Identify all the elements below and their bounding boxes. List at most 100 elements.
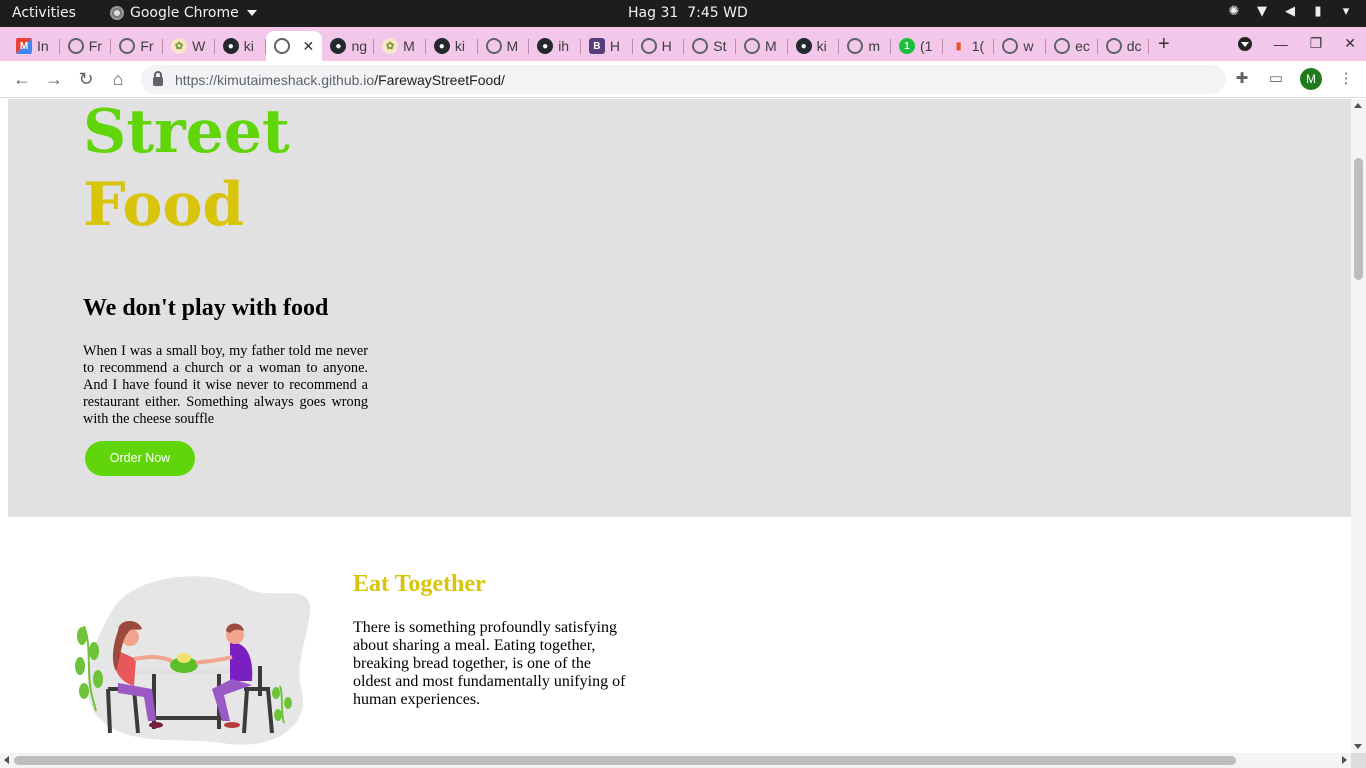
- clock-time: 7:45 WD: [687, 5, 748, 21]
- globe-favicon-icon: [274, 38, 291, 54]
- lock-icon[interactable]: [153, 71, 163, 86]
- order-now-button[interactable]: Order Now: [85, 441, 195, 476]
- tab-title: ih: [558, 38, 570, 54]
- tab-title: H: [609, 38, 620, 54]
- globe-favicon-icon: [847, 38, 864, 54]
- plant-favicon-icon: ✿: [171, 38, 188, 54]
- tab-search-icon[interactable]: [1237, 36, 1252, 51]
- browser-tab[interactable]: St: [684, 31, 736, 61]
- tab-title: ki: [454, 38, 465, 54]
- color-picker-icon[interactable]: ✺: [1226, 4, 1242, 20]
- chrome-icon: [110, 6, 124, 20]
- tab-title: (1: [920, 38, 933, 54]
- system-top-bar: Activities Google Chrome Hag 31 7:45 WD …: [0, 0, 1366, 27]
- tab-title: dc: [1126, 38, 1142, 54]
- scroll-right-icon[interactable]: [1342, 756, 1347, 764]
- browser-tab[interactable]: 1 (1: [891, 31, 943, 61]
- browser-tab[interactable]: ● ki: [215, 31, 267, 61]
- globe-favicon-icon: [743, 38, 760, 54]
- tabs-list: M In Fr Fr ✿ W ● ki ✕ ● ng ✿ M ● ki M ● ih B H H St M ● ki m 1 (1 ▮ 1…: [8, 31, 1150, 61]
- window-controls: — ❐ ✕: [1237, 35, 1356, 52]
- eat-together-illustration: [75, 576, 311, 745]
- cast-icon[interactable]: ▭: [1266, 69, 1286, 89]
- app-name: Google Chrome: [130, 5, 239, 21]
- avatar[interactable]: M: [1300, 68, 1322, 90]
- tab-title: 1(: [971, 38, 985, 54]
- volume-icon[interactable]: ◀: [1282, 4, 1298, 20]
- browser-tab[interactable]: ✿ W: [163, 31, 215, 61]
- bootstrap-favicon-icon: B: [588, 38, 605, 54]
- tab-title: M: [403, 38, 415, 54]
- reload-button[interactable]: ↻: [75, 68, 97, 90]
- extensions-icon[interactable]: ✚: [1232, 69, 1252, 89]
- browser-tab[interactable]: M In: [8, 31, 60, 61]
- minimize-button[interactable]: —: [1274, 36, 1288, 52]
- tab-title: ki: [243, 38, 254, 54]
- browser-tab[interactable]: Fr: [111, 31, 163, 61]
- battery-icon[interactable]: ▮: [1310, 4, 1326, 20]
- toolbar-actions: ✚ ▭ M ⋮: [1232, 68, 1356, 90]
- globe-favicon-icon: [119, 38, 136, 54]
- browser-tab[interactable]: ● ng: [322, 31, 374, 61]
- horizontal-scroll-thumb[interactable]: [14, 756, 1236, 765]
- browser-tab[interactable]: H: [633, 31, 685, 61]
- scrollbar-corner: [1351, 753, 1366, 768]
- vertical-scrollbar[interactable]: [1351, 99, 1366, 753]
- clock[interactable]: Hag 31 7:45 WD: [628, 5, 748, 21]
- browser-tab[interactable]: ● ih: [529, 31, 581, 61]
- wifi-icon[interactable]: ▼: [1254, 4, 1270, 20]
- tab-title: M: [764, 38, 777, 54]
- tab-title: St: [713, 38, 727, 54]
- address-bar[interactable]: https://kimutaimeshack.github.io/Fareway…: [141, 65, 1226, 94]
- url-path: /FarewayStreetFood/: [374, 71, 505, 88]
- browser-tab[interactable]: M: [478, 31, 530, 61]
- eat-together-title: Eat Together: [353, 571, 486, 597]
- gmail-favicon-icon: M: [16, 38, 32, 54]
- horizontal-scrollbar[interactable]: [0, 753, 1351, 768]
- browser-toolbar: ← → ↻ ⌂ https://kimutaimeshack.github.io…: [0, 61, 1366, 98]
- home-button[interactable]: ⌂: [107, 68, 129, 90]
- browser-tab[interactable]: ● ki: [426, 31, 478, 61]
- app-menu[interactable]: Google Chrome: [110, 5, 257, 21]
- system-tray[interactable]: ✺ ▼ ◀ ▮ ▾: [1226, 4, 1354, 20]
- brand-line-food: Food: [83, 170, 245, 240]
- tab-title: w: [1023, 38, 1034, 54]
- close-window-button[interactable]: ✕: [1344, 35, 1356, 52]
- back-button[interactable]: ←: [11, 68, 33, 90]
- forward-button[interactable]: →: [43, 68, 65, 90]
- github-favicon-icon: ●: [537, 38, 554, 54]
- browser-tab[interactable]: Fr: [60, 31, 112, 61]
- activities-button[interactable]: Activities: [12, 5, 76, 21]
- browser-tab[interactable]: ✕: [266, 31, 323, 61]
- power-menu-icon[interactable]: ▾: [1338, 4, 1354, 20]
- browser-tab[interactable]: dc: [1098, 31, 1150, 61]
- browser-tab[interactable]: ● ki: [788, 31, 840, 61]
- browser-tab[interactable]: M: [736, 31, 788, 61]
- tab-title: In: [37, 38, 49, 54]
- globe-favicon-icon: [485, 38, 502, 54]
- scroll-left-icon[interactable]: [4, 756, 9, 764]
- tab-title: Fr: [88, 38, 102, 54]
- more-menu-icon[interactable]: ⋮: [1336, 69, 1356, 89]
- restore-button[interactable]: ❐: [1310, 35, 1323, 52]
- browser-tab[interactable]: ▮ 1(: [943, 31, 995, 61]
- globe-favicon-icon: [1054, 38, 1071, 54]
- github-favicon-icon: ●: [222, 38, 239, 54]
- scroll-up-icon[interactable]: [1354, 103, 1362, 108]
- browser-tab[interactable]: w: [994, 31, 1046, 61]
- browser-tab[interactable]: m: [839, 31, 891, 61]
- tab-title: H: [661, 38, 672, 54]
- github-favicon-icon: ●: [433, 38, 450, 54]
- url-host: https://kimutaimeshack.github.io: [175, 71, 375, 88]
- close-tab-icon[interactable]: ✕: [302, 38, 314, 55]
- scroll-down-icon[interactable]: [1354, 744, 1362, 749]
- browser-tab[interactable]: ec: [1046, 31, 1098, 61]
- browser-tab[interactable]: ✿ M: [374, 31, 426, 61]
- tab-title: W: [192, 38, 206, 54]
- browser-tab[interactable]: BH: [581, 31, 633, 61]
- github-favicon-icon: ●: [795, 38, 812, 54]
- globe-favicon-icon: [1002, 38, 1019, 54]
- new-tab-button[interactable]: +: [1158, 34, 1170, 54]
- tab-title: ki: [816, 38, 827, 54]
- vertical-scroll-thumb[interactable]: [1354, 158, 1363, 280]
